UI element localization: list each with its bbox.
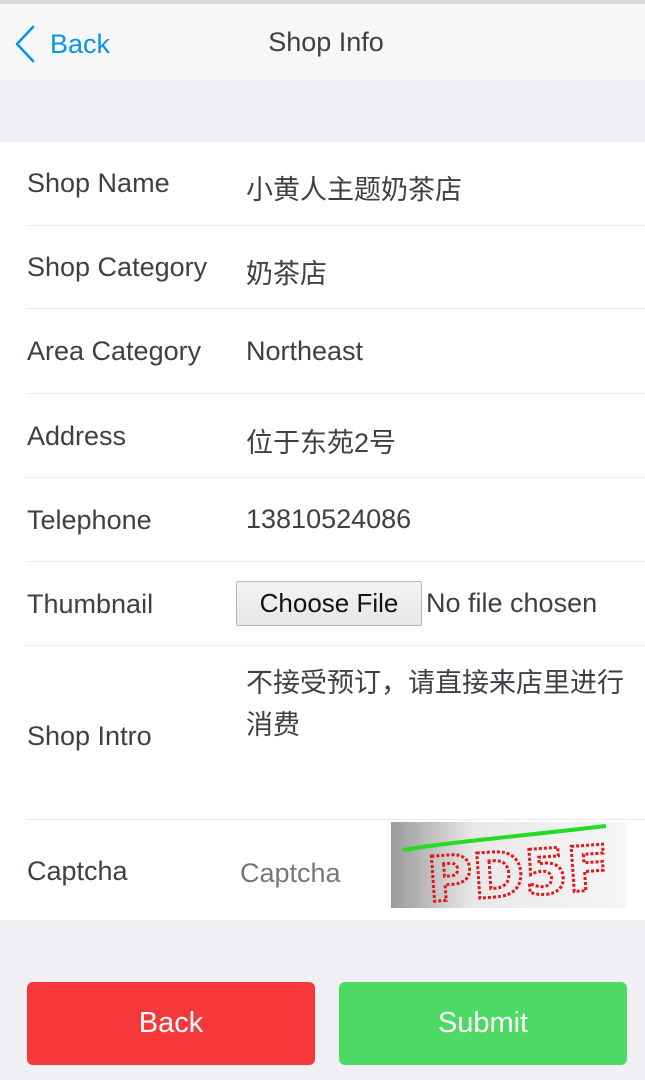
file-status-text: No file chosen [426, 588, 598, 618]
shop-category-row: Shop Category 奶茶店 [26, 226, 645, 309]
shop-intro-row: Shop Intro 不接受预订，请直接来店里进行消费 [26, 646, 645, 820]
captcha-image[interactable]: PD5F [391, 822, 626, 908]
telephone-label: Telephone [27, 505, 152, 535]
captcha-row: Captcha PD5F [26, 820, 645, 920]
nav-back-link[interactable]: Back [14, 24, 110, 64]
shop-name-input[interactable]: 小黄人主题奶茶店 [246, 168, 462, 207]
shop-intro-textarea[interactable]: 不接受预订，请直接来店里进行消费 [246, 662, 626, 746]
captcha-input[interactable] [240, 840, 380, 906]
captcha-image-text: PD5F [425, 831, 612, 908]
telephone-input[interactable]: 13810524086 [246, 504, 411, 535]
thumbnail-label: Thumbnail [27, 589, 154, 619]
captcha-label: Captcha [27, 856, 128, 886]
shop-name-row: Shop Name 小黄人主题奶茶店 [26, 142, 645, 226]
area-category-label: Area Category [27, 336, 202, 366]
shop-category-select[interactable]: 奶茶店 [246, 252, 327, 291]
area-category-select[interactable]: Northeast [246, 336, 363, 367]
choose-file-button[interactable]: Choose File [236, 581, 422, 626]
chevron-left-icon [15, 25, 35, 63]
navigation-bar: Shop Info Back [0, 4, 645, 80]
thumbnail-row: Thumbnail Choose File No file chosen [26, 562, 645, 646]
shop-category-label: Shop Category [27, 252, 208, 282]
shop-intro-label: Shop Intro [27, 721, 152, 751]
address-input[interactable]: 位于东苑2号 [246, 421, 396, 460]
area-category-row: Area Category Northeast [26, 309, 645, 394]
back-button[interactable]: Back [27, 982, 315, 1065]
address-label: Address [27, 421, 127, 451]
address-row: Address 位于东苑2号 [26, 394, 645, 478]
telephone-row: Telephone 13810524086 [26, 478, 645, 562]
shop-info-form: Shop Name 小黄人主题奶茶店 Shop Category 奶茶店 Are… [0, 142, 645, 920]
submit-button[interactable]: Submit [339, 982, 627, 1065]
shop-name-label: Shop Name [27, 168, 170, 198]
nav-back-label: Back [50, 28, 111, 59]
